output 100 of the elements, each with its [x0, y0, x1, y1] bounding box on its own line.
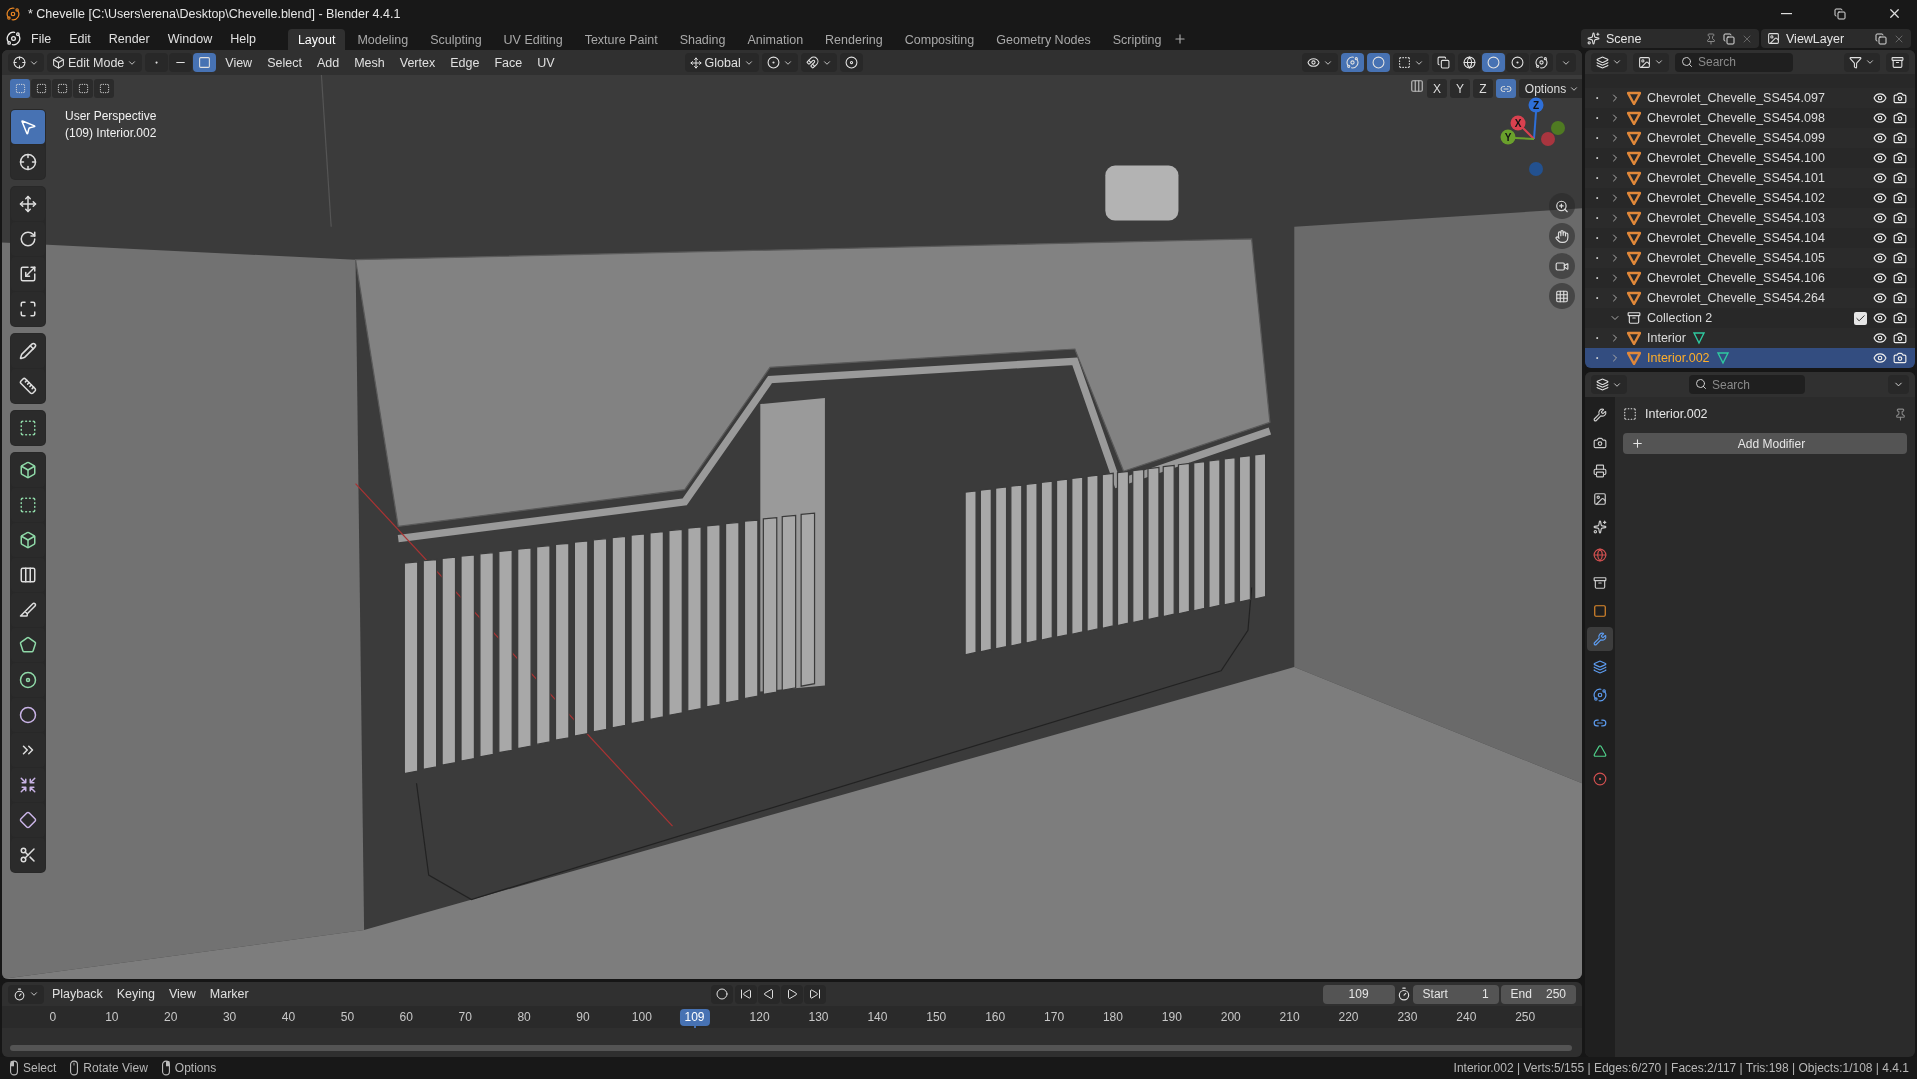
- collection-name: Collection 2: [1647, 311, 1713, 325]
- frame-number: 240: [1455, 1010, 1478, 1024]
- scene-selector[interactable]: Scene: [1581, 29, 1759, 48]
- mirror-axis-toggle[interactable]: Z: [1473, 79, 1493, 98]
- view-layer-selector[interactable]: ViewLayer: [1761, 29, 1911, 48]
- object-name: Chevrolet_Chevelle_SS454.097: [1647, 91, 1825, 105]
- header-menu[interactable]: View: [219, 55, 259, 70]
- menu-item[interactable]: File: [23, 29, 60, 48]
- workspace-tab[interactable]: Animation: [737, 29, 814, 50]
- options-dropdown[interactable]: Options: [1519, 79, 1582, 98]
- start-frame-field[interactable]: Start 1: [1412, 984, 1499, 1004]
- view-layer-name: ViewLayer: [1786, 31, 1846, 46]
- header-menu[interactable]: Add: [310, 55, 346, 70]
- gizmo-axis[interactable]: X: [1510, 115, 1526, 131]
- frame-number: 10: [104, 1010, 120, 1024]
- object-name: Chevrolet_Chevelle_SS454.099: [1647, 131, 1825, 145]
- outliner-row[interactable]: Interior.002: [1585, 348, 1915, 368]
- object-name: Chevrolet_Chevelle_SS454.100: [1647, 151, 1825, 165]
- timeline-menu[interactable]: View: [162, 987, 202, 1001]
- header-menu[interactable]: Select: [261, 55, 308, 70]
- frame-number: 170: [1043, 1010, 1066, 1024]
- gizmo-axis[interactable]: Z: [1528, 97, 1544, 113]
- timeline-menu[interactable]: Keying: [110, 987, 161, 1001]
- header-menu[interactable]: Vertex: [393, 55, 442, 70]
- object-name: Chevrolet_Chevelle_SS454.103: [1647, 211, 1825, 225]
- workspace-tab[interactable]: Modeling: [347, 29, 419, 50]
- header-menu[interactable]: Mesh: [348, 55, 391, 70]
- workspace-tab[interactable]: UV Editing: [493, 29, 573, 50]
- frame-number: 0: [48, 1010, 58, 1024]
- view-name: User Perspective: [65, 108, 157, 125]
- header-menu[interactable]: Edge: [444, 55, 486, 70]
- frame-number: 200: [1219, 1010, 1242, 1024]
- end-label: End: [1510, 987, 1532, 1001]
- mode-dropdown[interactable]: Edit Mode: [47, 53, 143, 72]
- object-name: Chevrolet_Chevelle_SS454.264: [1647, 291, 1825, 305]
- status-hint: Select: [23, 1061, 57, 1075]
- start-value: 1: [1481, 987, 1489, 1001]
- status-hint: Rotate View: [83, 1061, 148, 1075]
- header-menu[interactable]: Face: [488, 55, 529, 70]
- scene-statistics: Interior.002 | Verts:5/155 | Edges:6/270 | Faces:2/117 | Tris:198 | Objects:1/108 | 4.4.1: [1453, 1061, 1909, 1075]
- workspace-tab[interactable]: Rendering: [815, 29, 893, 50]
- window-title: * Chevelle [C:\Users\erena\Desktop\Chevelle.blend] - Blender 4.4.1: [28, 6, 402, 21]
- workspace-tab[interactable]: Sculpting: [420, 29, 492, 50]
- header-menu[interactable]: UV: [531, 55, 561, 70]
- frame-number: 70: [457, 1010, 473, 1024]
- orientation-dropdown[interactable]: Global: [684, 53, 759, 72]
- object-name: Chevrolet_Chevelle_SS454.102: [1647, 191, 1825, 205]
- frame-number: 60: [398, 1010, 414, 1024]
- gizmo-axis[interactable]: Y: [1500, 129, 1516, 145]
- end-frame-field[interactable]: End 250: [1500, 984, 1576, 1004]
- menu-item[interactable]: Help: [222, 29, 264, 48]
- object-name: Chevrolet_Chevelle_SS454.098: [1647, 111, 1825, 125]
- frame-number: 190: [1160, 1010, 1183, 1024]
- object-name: Chevrolet_Chevelle_SS454.104: [1647, 231, 1825, 245]
- frame-number: 30: [221, 1010, 238, 1024]
- frame-number: 230: [1396, 1010, 1419, 1024]
- scene-name: Scene: [1606, 31, 1643, 46]
- properties-search-field[interactable]: Search: [1689, 375, 1805, 394]
- workspace-tab[interactable]: Layout: [287, 29, 346, 50]
- object-name: Interior: [1647, 331, 1686, 345]
- frame-number: 80: [516, 1010, 532, 1024]
- frame-number: 150: [925, 1010, 948, 1024]
- workspace-tab[interactable]: Scripting: [1102, 29, 1172, 50]
- frame-number: 180: [1101, 1010, 1124, 1024]
- mirror-axis-toggle[interactable]: Y: [1450, 79, 1470, 98]
- timeline-menu[interactable]: Playback: [46, 987, 109, 1001]
- active-object-label: (109) Interior.002: [65, 125, 157, 142]
- status-hint: Options: [174, 1061, 217, 1075]
- menu-item[interactable]: Render: [100, 29, 158, 48]
- playhead-frame[interactable]: 109: [679, 1009, 710, 1026]
- workspace-tab[interactable]: Shading: [669, 29, 736, 50]
- object-name: Chevrolet_Chevelle_SS454.105: [1647, 251, 1825, 265]
- frame-number: 210: [1278, 1010, 1301, 1024]
- workspace-tab[interactable]: Geometry Nodes: [986, 29, 1101, 50]
- current-frame-field[interactable]: 109: [1322, 984, 1395, 1004]
- start-label: Start: [1422, 987, 1448, 1001]
- menu-item[interactable]: Window: [159, 29, 221, 48]
- frame-number: 120: [748, 1010, 771, 1024]
- menu-item[interactable]: Edit: [61, 29, 99, 48]
- object-name: Chevrolet_Chevelle_SS454.106: [1647, 271, 1825, 285]
- frame-number: 100: [630, 1010, 653, 1024]
- frame-number: 130: [807, 1010, 830, 1024]
- end-value: 250: [1545, 987, 1566, 1001]
- frame-number: 220: [1337, 1010, 1360, 1024]
- frame-number: 40: [280, 1010, 297, 1024]
- object-name: Chevrolet_Chevelle_SS454.101: [1647, 171, 1825, 185]
- object-name: Interior.002: [1647, 351, 1710, 365]
- outliner-search-field[interactable]: Search: [1675, 52, 1793, 72]
- frame-number: 20: [163, 1010, 179, 1024]
- mirror-axis-toggle[interactable]: X: [1427, 79, 1447, 98]
- workspace-tab[interactable]: Texture Paint: [574, 29, 668, 50]
- frame-number: 90: [575, 1010, 591, 1024]
- frame-number: 140: [866, 1010, 889, 1024]
- timeline-menu[interactable]: Marker: [203, 987, 255, 1001]
- frame-number: 160: [984, 1010, 1007, 1024]
- workspace-tab[interactable]: Compositing: [894, 29, 985, 50]
- frame-number: 250: [1514, 1010, 1537, 1024]
- object-name: Interior.002: [1645, 407, 1709, 421]
- frame-number: 50: [339, 1010, 356, 1024]
- add-modifier-button[interactable]: Add Modifier: [1623, 433, 1907, 454]
